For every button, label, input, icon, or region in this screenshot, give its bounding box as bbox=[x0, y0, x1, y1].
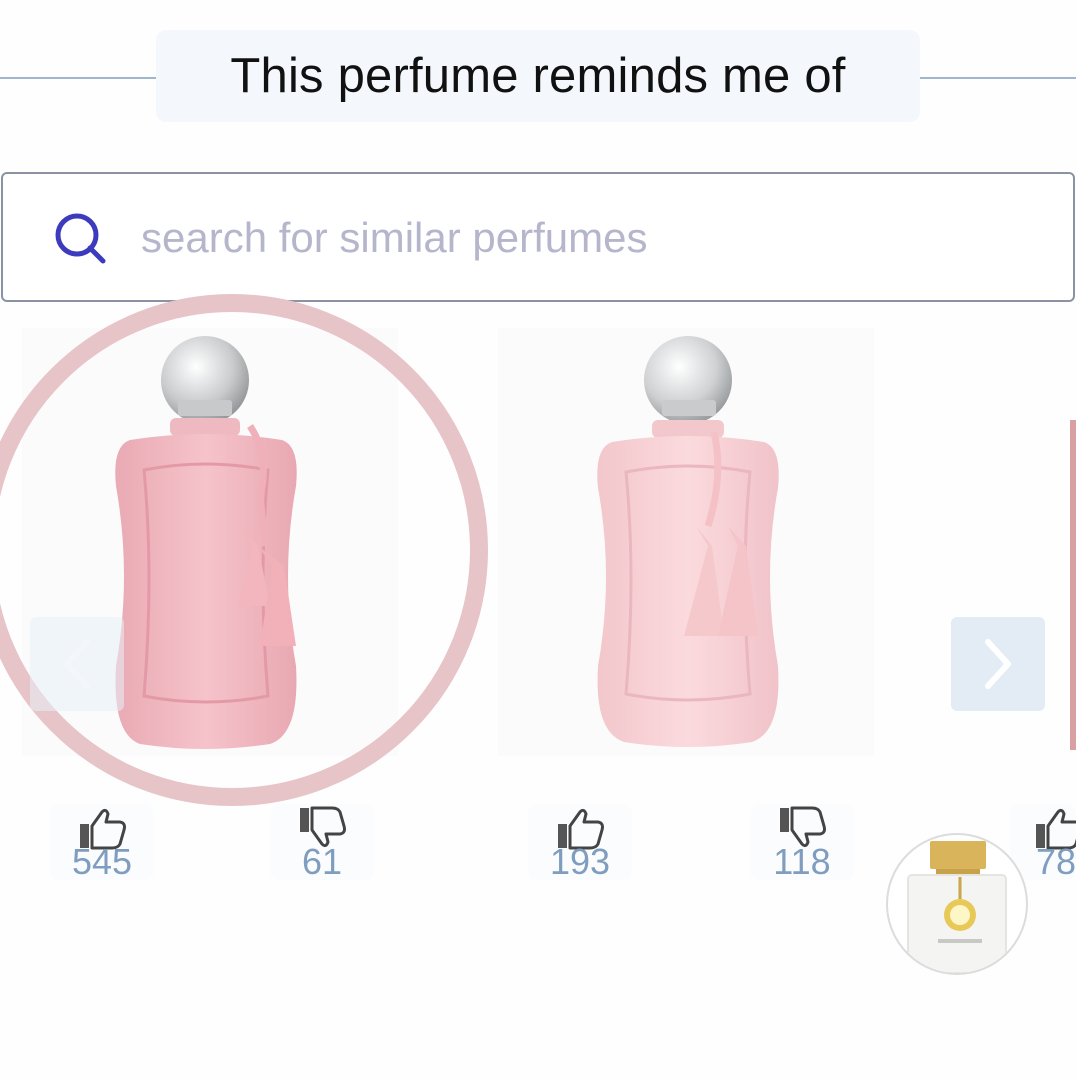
like-count: 193 bbox=[549, 841, 611, 882]
perfume-bottle-1-image[interactable] bbox=[100, 336, 320, 756]
chevron-left-icon bbox=[64, 639, 90, 689]
like-button[interactable]: 545 bbox=[50, 804, 154, 880]
perfume-avatar[interactable] bbox=[886, 833, 1028, 975]
divider-left bbox=[0, 77, 156, 79]
section-title: This perfume reminds me of bbox=[230, 49, 846, 103]
like-button[interactable]: 193 bbox=[528, 804, 632, 880]
section-title-box: This perfume reminds me of bbox=[156, 30, 920, 122]
search-bar[interactable] bbox=[1, 172, 1075, 302]
white-perfume-bottle-image bbox=[907, 841, 1007, 973]
divider-right bbox=[920, 77, 1076, 79]
perfume-bottle-2-image[interactable] bbox=[578, 336, 798, 756]
dislike-button[interactable]: 61 bbox=[270, 804, 374, 880]
dislike-count: 118 bbox=[773, 841, 831, 882]
search-icon bbox=[55, 213, 106, 264]
dislike-button[interactable]: 118 bbox=[750, 804, 854, 880]
like-count: 78 bbox=[1036, 841, 1076, 880]
carousel-prev-button[interactable] bbox=[30, 617, 124, 711]
search-input[interactable] bbox=[139, 204, 1043, 272]
carousel-next-button[interactable] bbox=[951, 617, 1045, 711]
like-count: 545 bbox=[71, 841, 133, 882]
chevron-right-icon bbox=[985, 639, 1011, 689]
dislike-count: 61 bbox=[301, 841, 343, 882]
like-button[interactable]: 78 bbox=[1010, 804, 1076, 880]
next-product-peek bbox=[1070, 420, 1076, 750]
